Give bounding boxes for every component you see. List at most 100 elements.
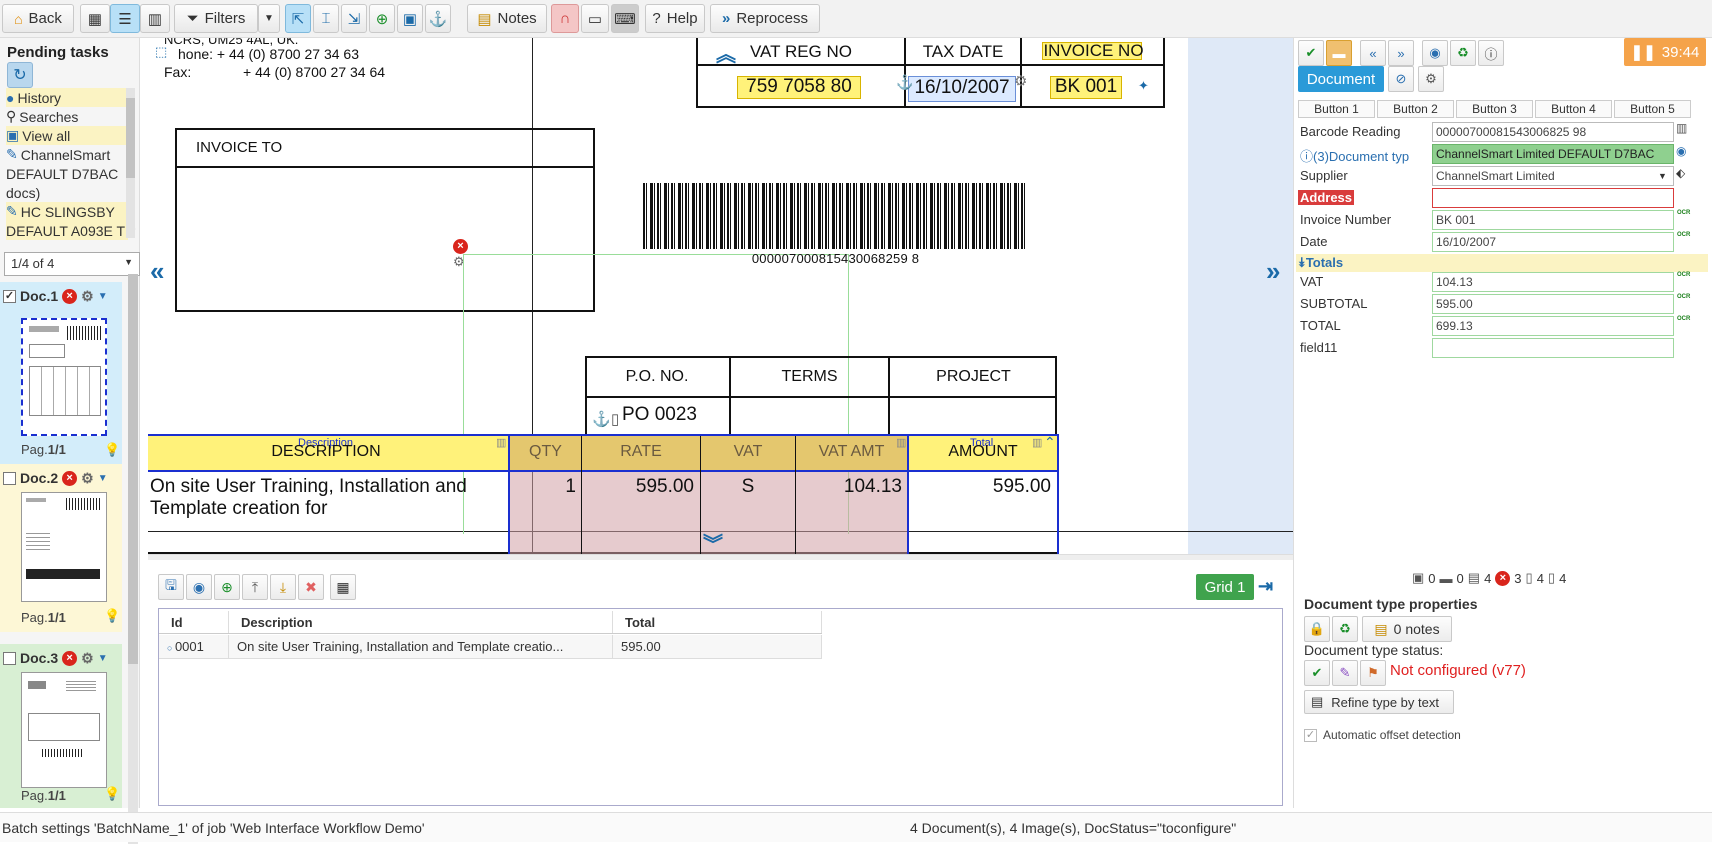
barcode-reading-field[interactable]: 00000700081543006825 98: [1432, 122, 1674, 142]
double-chevron-up-icon[interactable]: ︽: [716, 38, 736, 67]
total-field[interactable]: 699.13: [1432, 316, 1674, 336]
document-viewer[interactable]: NCRS, UM25 4AL, UK. hone: + 44 (0) 8700 …: [148, 38, 1293, 554]
documents-scrollbar[interactable]: [128, 274, 138, 844]
settings-tab-button[interactable]: ⚙: [1418, 66, 1444, 92]
grid-insert-below-button[interactable]: ⤓: [270, 574, 296, 600]
approve-type-button[interactable]: ✔: [1304, 660, 1330, 686]
grid-cell-total[interactable]: 595.00: [613, 635, 822, 659]
lock-button[interactable]: 🔒: [1304, 616, 1330, 642]
document-type-field[interactable]: ChannelSmart Limited DEFAULT D7BAC: [1432, 144, 1674, 164]
grid-1-tab[interactable]: Grid 1: [1196, 574, 1254, 600]
flag-type-button[interactable]: ⚑: [1360, 660, 1386, 686]
next-page-icon[interactable]: »: [1266, 256, 1280, 287]
doc-2-checkbox[interactable]: [3, 471, 16, 485]
magnet-button[interactable]: ∩: [551, 4, 579, 33]
anchor-icon[interactable]: ⚓: [896, 74, 913, 91]
grid-save-button[interactable]: 🖫: [158, 574, 184, 600]
grid-add-row-button[interactable]: ⊕: [214, 574, 240, 600]
grid-insert-above-button[interactable]: ⤒: [242, 574, 268, 600]
document-icon[interactable]: ▯: [611, 410, 619, 428]
grid-header-total[interactable]: Total: [613, 611, 822, 633]
tag-tab-button[interactable]: ⊘: [1388, 66, 1414, 92]
document-card-2[interactable]: Doc. 2 × ⚙ ▼ Pag.1/1 💡: [0, 464, 122, 632]
image-zone-tool-button[interactable]: ▣: [397, 4, 423, 33]
chevron-down-icon[interactable]: ▼: [1658, 171, 1667, 181]
document-page-select[interactable]: 1/4 of 4 ▼: [4, 252, 140, 276]
notes-button[interactable]: ▤ Notes: [467, 4, 547, 33]
zone-handle-icon[interactable]: ⬚: [155, 44, 167, 60]
grid-view-button[interactable]: ▦: [80, 4, 110, 33]
totals-section-header[interactable]: ⯯Totals: [1296, 254, 1708, 272]
nav-view-all[interactable]: ▣ View all: [6, 126, 128, 145]
view-button[interactable]: ◉: [1422, 40, 1448, 66]
previous-doc-button[interactable]: «: [1360, 40, 1386, 66]
grid-table-button[interactable]: ▦: [330, 574, 356, 600]
next-grid-icon[interactable]: ⇥: [1258, 576, 1273, 597]
address-field[interactable]: [1432, 188, 1674, 208]
document-card-1[interactable]: ✓ Doc. 1 × ⚙ ▼ Pag.1/1 💡: [0, 282, 122, 464]
batch-item-channelsmart[interactable]: ✎ ChannelSmart: [6, 145, 128, 164]
doc-1-checkbox[interactable]: ✓: [3, 289, 16, 303]
document-type-label[interactable]: ⓘ(3)Document typ: [1300, 146, 1409, 165]
refine-type-button[interactable]: ▤ Refine type by text: [1304, 690, 1454, 714]
add-zone-tool-button[interactable]: ⊕: [369, 4, 395, 33]
eye-icon[interactable]: ◉: [1676, 144, 1686, 158]
tag-icon[interactable]: ⬖: [1676, 166, 1685, 180]
custom-button-4[interactable]: Button 4: [1535, 100, 1612, 118]
filters-button[interactable]: ⏷ Filters: [174, 4, 258, 33]
select-tool-button[interactable]: ⇱: [285, 4, 311, 33]
grid-header-description[interactable]: Description: [229, 611, 613, 633]
notes-count-button[interactable]: ▤ 0 notes: [1362, 616, 1452, 642]
chevron-down-icon[interactable]: ▼: [98, 473, 108, 484]
double-chevron-down-icon[interactable]: ︾: [703, 528, 723, 554]
info-button[interactable]: ⓘ: [1478, 40, 1504, 66]
grid-header-id[interactable]: Id: [159, 611, 229, 633]
scanner-button[interactable]: ▬: [1326, 40, 1352, 66]
nav-history[interactable]: ● History: [6, 88, 128, 107]
back-button[interactable]: ⌂ Back: [2, 4, 74, 33]
recycle-button[interactable]: ♻: [1450, 40, 1476, 66]
grid-cell-id[interactable]: ○ 0001: [159, 635, 229, 659]
chevron-down-icon[interactable]: ▼: [98, 291, 108, 302]
field11-field[interactable]: [1432, 338, 1674, 358]
reprocess-button[interactable]: » Reprocess: [710, 4, 820, 33]
date-field[interactable]: 16/10/2007: [1432, 232, 1674, 252]
text-select-tool-button[interactable]: ⌶: [313, 4, 339, 33]
custom-button-2[interactable]: Button 2: [1377, 100, 1454, 118]
batch-list-scrollbar[interactable]: [126, 88, 135, 238]
subtotal-field[interactable]: 595.00: [1432, 294, 1674, 314]
tab-document[interactable]: Document: [1298, 66, 1384, 92]
document-card-3[interactable]: Doc. 3 × ⚙ ▼ Pag.1/1 💡: [0, 644, 122, 808]
invoice-number-field[interactable]: BK 001: [1432, 210, 1674, 230]
approve-button[interactable]: ✔: [1298, 40, 1324, 66]
grid-delete-row-button[interactable]: ✖: [298, 574, 324, 600]
supplier-field[interactable]: ChannelSmart Limited: [1432, 166, 1674, 186]
batch-item-default-a093e[interactable]: DEFAULT A093E T▼: [6, 221, 137, 240]
doc-3-thumbnail[interactable]: [21, 672, 107, 788]
panel-view-button[interactable]: ▥: [140, 4, 170, 33]
gear-icon[interactable]: ⚙: [81, 650, 94, 667]
custom-button-1[interactable]: Button 1: [1298, 100, 1375, 118]
anchor-tool-button[interactable]: ⚓: [425, 4, 451, 33]
chevron-down-icon[interactable]: ▼: [98, 653, 108, 664]
timer-button[interactable]: ❚❚ 39:44: [1624, 38, 1706, 66]
previous-page-icon[interactable]: «: [150, 256, 164, 287]
edit-type-button[interactable]: ✎: [1332, 660, 1358, 686]
vat-field[interactable]: 104.13: [1432, 272, 1674, 292]
area-tool-button[interactable]: ⇲: [341, 4, 367, 33]
nav-searches[interactable]: ⚲ Searches: [6, 107, 128, 126]
help-button[interactable]: ? Help: [645, 4, 705, 33]
batch-item-hc-slingsby[interactable]: ✎ HC SLINGSBY: [6, 202, 128, 221]
window-button[interactable]: ▭: [581, 4, 609, 33]
custom-button-5[interactable]: Button 5: [1614, 100, 1691, 118]
doc-2-thumbnail[interactable]: [21, 492, 107, 602]
filters-dropdown-button[interactable]: ▼: [258, 4, 280, 33]
custom-button-3[interactable]: Button 3: [1456, 100, 1533, 118]
recycle-type-button[interactable]: ♻: [1332, 616, 1358, 642]
pin-icon[interactable]: ✦: [1138, 78, 1149, 94]
list-view-button[interactable]: ☰: [110, 4, 140, 33]
grid-cell-description[interactable]: On site User Training, Installation and …: [229, 635, 613, 659]
column-divider[interactable]: [1057, 434, 1059, 554]
doc-3-checkbox[interactable]: [3, 651, 16, 665]
viewer-splitter[interactable]: [148, 554, 1293, 560]
